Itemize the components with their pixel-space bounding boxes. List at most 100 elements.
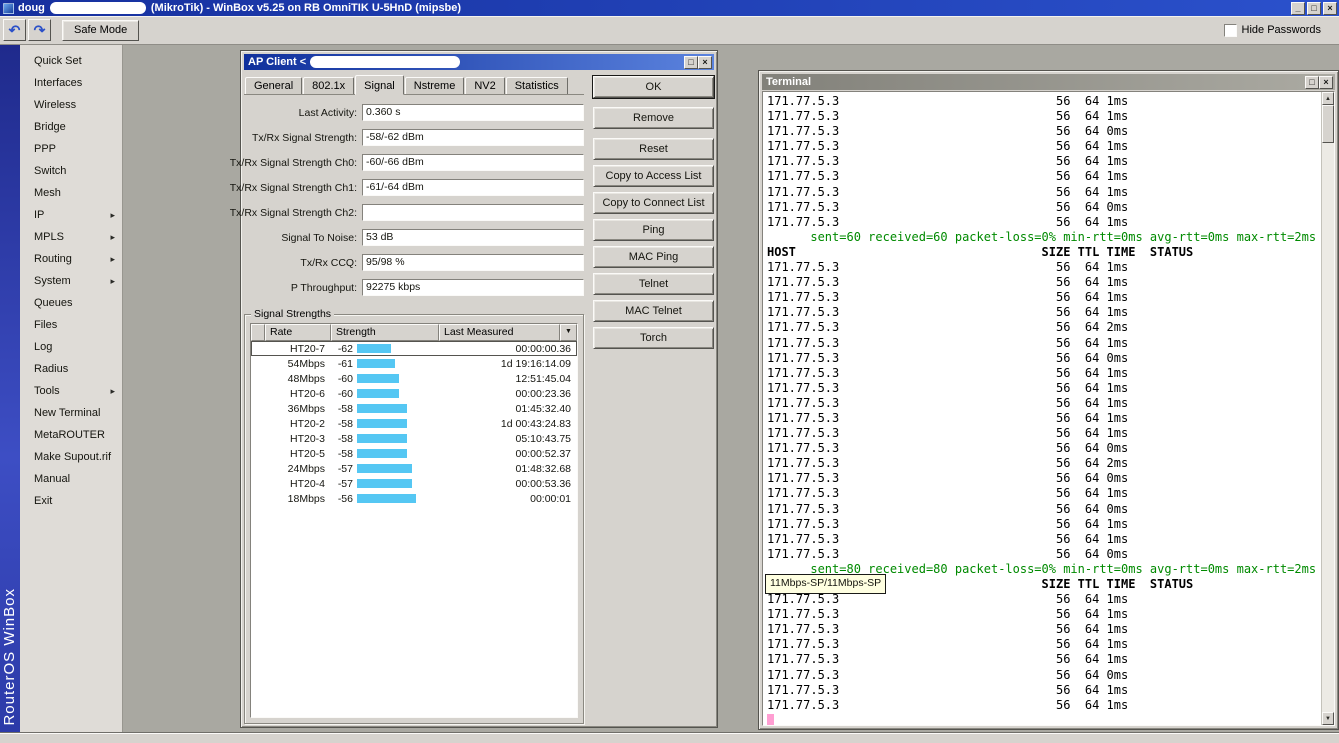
ap-client-titlebar[interactable]: AP Client < □ × <box>244 54 714 70</box>
sidebar-item-mesh[interactable]: Mesh <box>20 182 122 204</box>
safe-mode-button[interactable]: Safe Mode <box>62 20 139 41</box>
strength-cell: -58 <box>331 418 439 430</box>
sidebar-item-new-terminal[interactable]: New Terminal <box>20 402 122 424</box>
rate-cell: HT20-4 <box>265 478 331 490</box>
terminal-scrollbar[interactable]: ▲ ▼ <box>1321 92 1334 725</box>
field-value-tx-rx-signal-strength-ch1[interactable]: -61/-64 dBm <box>362 179 584 196</box>
last-measured-cell: 00:00:01 <box>439 493 577 505</box>
terminal-line: 171.77.5.3 56 64 1ms <box>767 109 1321 124</box>
last-measured-cell: 00:00:53.36 <box>439 478 577 490</box>
signal-row[interactable]: HT20-5-5800:00:52.37 <box>251 446 577 461</box>
field-value-tx-rx-signal-strength-ch0[interactable]: -60/-66 dBm <box>362 154 584 171</box>
ping-button[interactable]: Ping <box>593 219 714 241</box>
terminal-close-button[interactable]: × <box>1319 76 1333 89</box>
sidebar-item-quick-set[interactable]: Quick Set <box>20 50 122 72</box>
strength-bar <box>357 464 412 473</box>
sidebar-item-ip[interactable]: IP▸ <box>20 204 122 226</box>
terminal-line: 171.77.5.3 56 64 0ms <box>767 124 1321 139</box>
signal-row[interactable]: 24Mbps-5701:48:32.68 <box>251 461 577 476</box>
terminal-line: 171.77.5.3 56 64 0ms <box>767 668 1321 683</box>
sidebar-item-wireless[interactable]: Wireless <box>20 94 122 116</box>
column-sort-dropdown-icon[interactable]: ▼ <box>560 324 577 341</box>
signal-row[interactable]: HT20-4-5700:00:53.36 <box>251 476 577 491</box>
scroll-down-icon[interactable]: ▼ <box>1322 712 1334 725</box>
terminal-line: 171.77.5.3 56 64 0ms <box>767 441 1321 456</box>
sidebar-item-tools[interactable]: Tools▸ <box>20 380 122 402</box>
rate-cell: HT20-5 <box>265 448 331 460</box>
signal-row[interactable]: 36Mbps-5801:45:32.40 <box>251 401 577 416</box>
field-row-tx-rx-signal-strength: Tx/Rx Signal Strength:-58/-62 dBm <box>244 129 584 146</box>
terminal-restore-button[interactable]: □ <box>1305 76 1319 89</box>
ap-restore-button[interactable]: □ <box>684 56 698 69</box>
strength-cell: -57 <box>331 478 439 490</box>
column-header-last-measured[interactable]: Last Measured <box>439 324 560 341</box>
rate-cell: 18Mbps <box>265 493 331 505</box>
signal-row[interactable]: HT20-2-581d 00:43:24.83 <box>251 416 577 431</box>
field-value-p-throughput[interactable]: 92275 kbps <box>362 279 584 296</box>
terminal-line: 171.77.5.3 56 64 1ms <box>767 336 1321 351</box>
ok-button[interactable]: OK <box>593 76 714 98</box>
telnet-button[interactable]: Telnet <box>593 273 714 295</box>
sidebar-item-log[interactable]: Log <box>20 336 122 358</box>
redo-button[interactable]: ↷ <box>28 19 51 41</box>
tab-802-1x[interactable]: 802.1x <box>303 77 354 94</box>
sidebar-item-exit[interactable]: Exit <box>20 490 122 512</box>
sidebar-item-queues[interactable]: Queues <box>20 292 122 314</box>
tab-nv2[interactable]: NV2 <box>465 77 504 94</box>
terminal-titlebar[interactable]: Terminal □ × <box>762 74 1335 90</box>
scroll-up-icon[interactable]: ▲ <box>1322 92 1334 105</box>
copy-to-connect-list-button[interactable]: Copy to Connect List <box>593 192 714 214</box>
sidebar: Quick SetInterfacesWirelessBridgePPPSwit… <box>20 45 123 732</box>
sidebar-item-interfaces[interactable]: Interfaces <box>20 72 122 94</box>
signal-row[interactable]: 54Mbps-611d 19:16:14.09 <box>251 356 577 371</box>
hide-passwords-control: Hide Passwords <box>1224 24 1321 37</box>
column-header-rate[interactable]: Rate <box>265 324 331 341</box>
sidebar-item-ppp[interactable]: PPP <box>20 138 122 160</box>
field-value-signal-to-noise[interactable]: 53 dB <box>362 229 584 246</box>
sidebar-item-metarouter[interactable]: MetaROUTER <box>20 424 122 446</box>
sidebar-item-label: Log <box>34 341 52 353</box>
tab-general[interactable]: General <box>245 77 302 94</box>
sidebar-item-mpls[interactable]: MPLS▸ <box>20 226 122 248</box>
maximize-button[interactable]: □ <box>1307 2 1321 15</box>
scrollbar-thumb[interactable] <box>1322 105 1334 143</box>
sidebar-item-switch[interactable]: Switch <box>20 160 122 182</box>
close-button[interactable]: × <box>1323 2 1337 15</box>
field-label: Tx/Rx Signal Strength Ch2: <box>230 207 357 219</box>
sidebar-item-system[interactable]: System▸ <box>20 270 122 292</box>
tab-statistics[interactable]: Statistics <box>506 77 568 94</box>
field-value-tx-rx-signal-strength[interactable]: -58/-62 dBm <box>362 129 584 146</box>
ap-close-button[interactable]: × <box>698 56 712 69</box>
sidebar-item-routing[interactable]: Routing▸ <box>20 248 122 270</box>
strength-value: -60 <box>331 373 353 385</box>
signal-row[interactable]: 48Mbps-6012:51:45.04 <box>251 371 577 386</box>
sidebar-item-bridge[interactable]: Bridge <box>20 116 122 138</box>
tab-nstreme[interactable]: Nstreme <box>405 77 465 94</box>
field-value-last-activity[interactable]: 0.360 s <box>362 104 584 121</box>
terminal-text[interactable]: 11Mbps-SP/11Mbps-SP 171.77.5.3 56 64 1ms… <box>763 92 1321 725</box>
field-value-tx-rx-signal-strength-ch2[interactable] <box>362 204 584 221</box>
undo-button[interactable]: ↶ <box>3 19 26 41</box>
field-value-tx-rx-ccq[interactable]: 95/98 % <box>362 254 584 271</box>
sidebar-item-radius[interactable]: Radius <box>20 358 122 380</box>
mac-telnet-button[interactable]: MAC Telnet <box>593 300 714 322</box>
reset-button[interactable]: Reset <box>593 138 714 160</box>
terminal-cursor[interactable] <box>767 714 774 725</box>
torch-button[interactable]: Torch <box>593 327 714 349</box>
hide-passwords-checkbox[interactable] <box>1224 24 1237 37</box>
signal-row[interactable]: HT20-3-5805:10:43.75 <box>251 431 577 446</box>
signal-row[interactable]: 18Mbps-5600:00:01 <box>251 491 577 506</box>
sidebar-item-make-supout-rif[interactable]: Make Supout.rif <box>20 446 122 468</box>
column-header-strength[interactable]: Strength <box>331 324 439 341</box>
sidebar-item-manual[interactable]: Manual <box>20 468 122 490</box>
mac-ping-button[interactable]: MAC Ping <box>593 246 714 268</box>
signal-row[interactable]: HT20-6-6000:00:23.36 <box>251 386 577 401</box>
sidebar-item-files[interactable]: Files <box>20 314 122 336</box>
remove-button[interactable]: Remove <box>593 107 714 129</box>
sidebar-item-label: Radius <box>34 363 68 375</box>
signal-row[interactable]: HT20-7-6200:00:00.36 <box>251 341 577 356</box>
tab-signal[interactable]: Signal <box>355 75 404 95</box>
sidebar-item-label: Queues <box>34 297 73 309</box>
copy-to-access-list-button[interactable]: Copy to Access List <box>593 165 714 187</box>
minimize-button[interactable]: _ <box>1291 2 1305 15</box>
